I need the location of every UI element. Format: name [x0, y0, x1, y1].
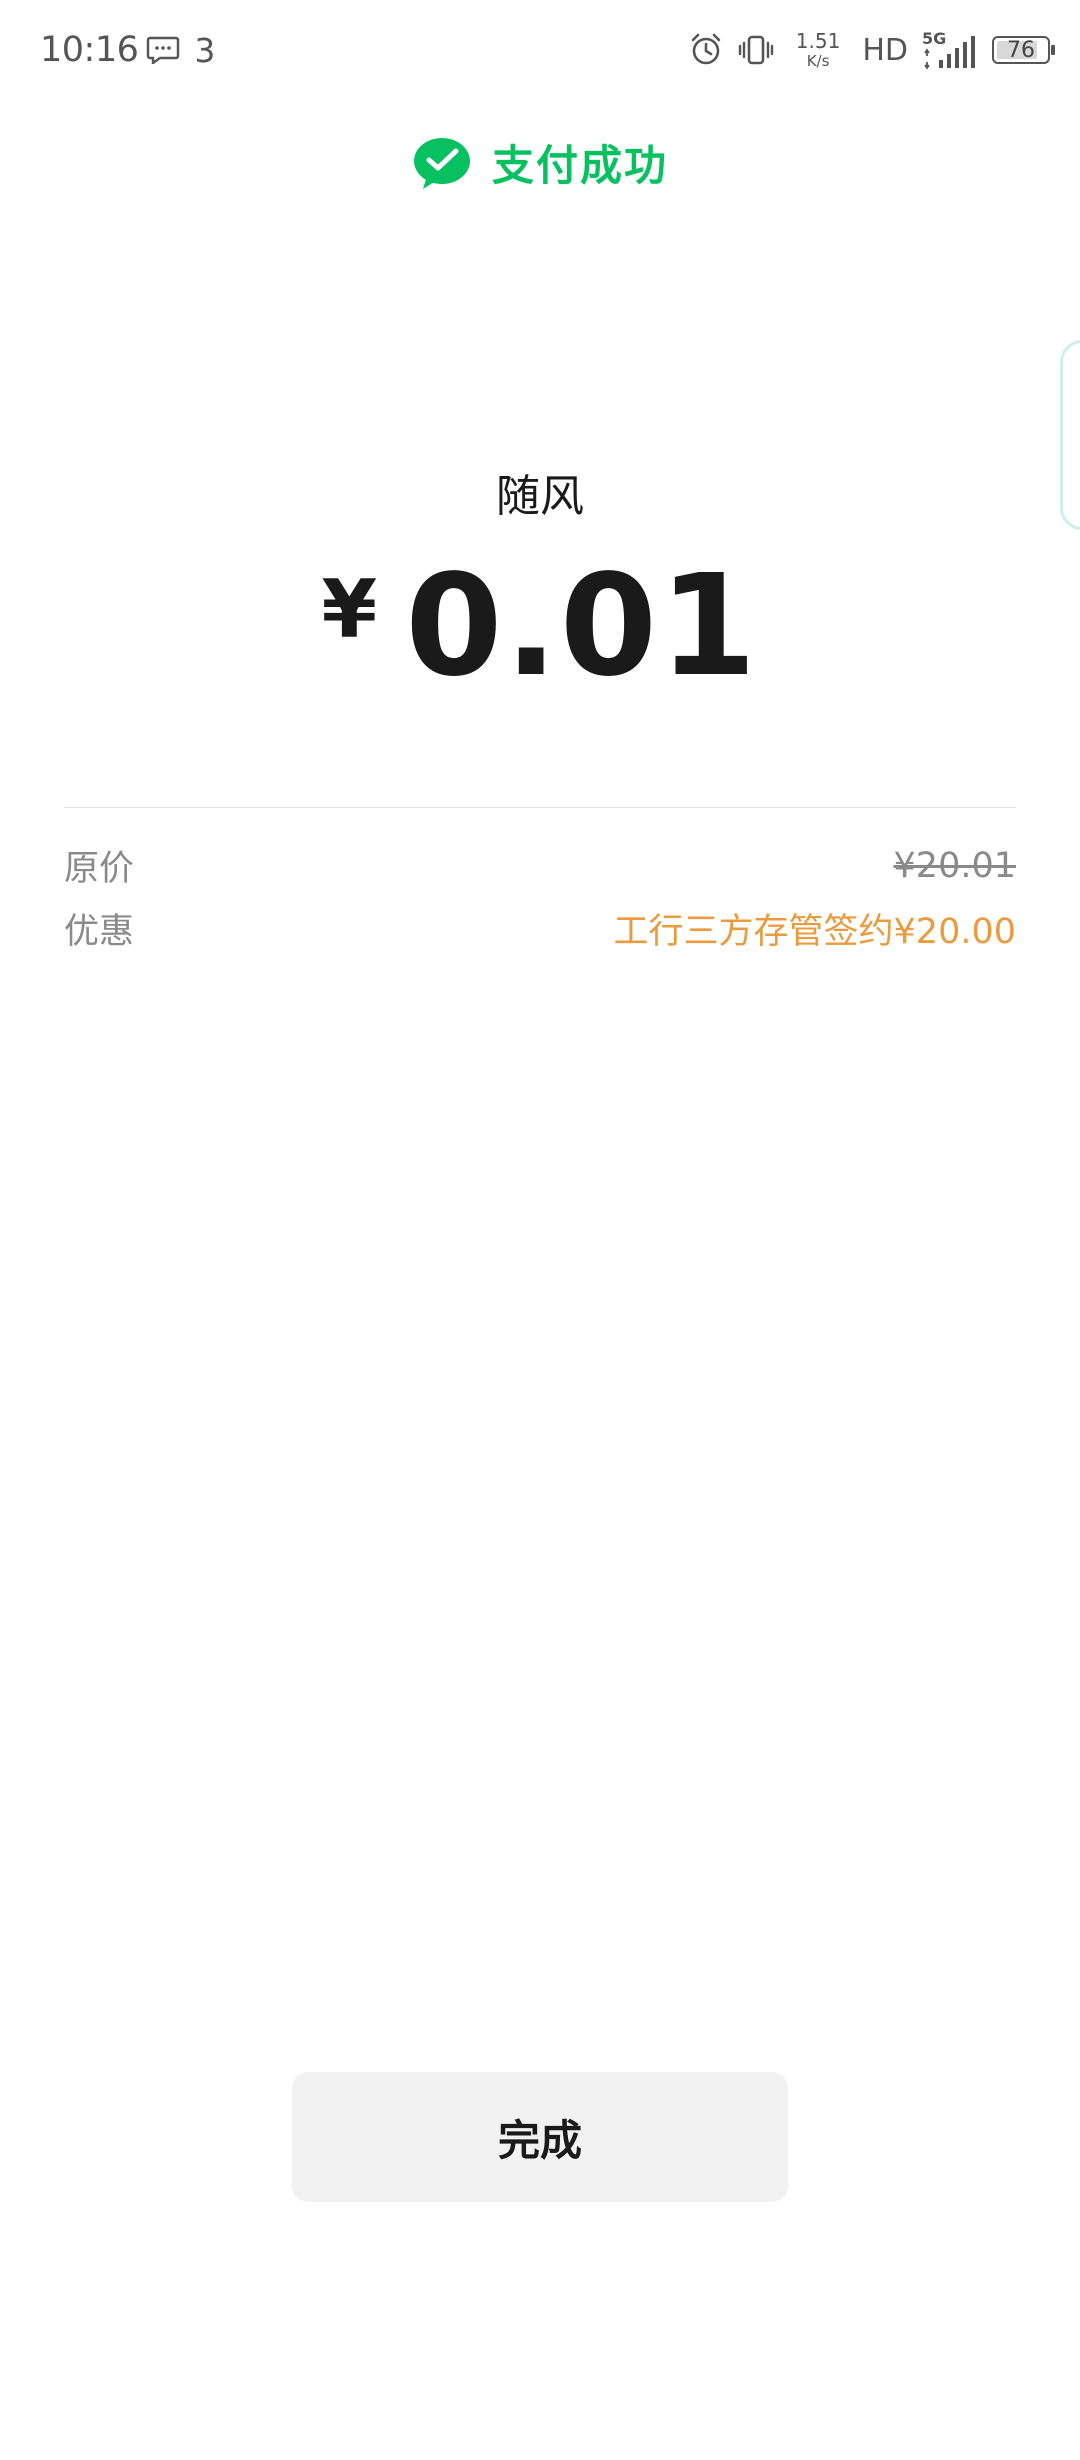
discount-label: 优惠 — [64, 912, 135, 952]
battery-icon: 76 — [992, 36, 1055, 64]
discount-row: 优惠 工行三方存管签约¥20.00 — [64, 903, 1016, 954]
status-bar-left: 10:16 3 — [40, 28, 215, 72]
page-header: 支付成功 — [0, 132, 1080, 193]
status-bar-right: 1.51 K/s HD 5G 76 — [688, 28, 1055, 72]
currency-symbol: ¥ — [321, 563, 378, 656]
payee-name: 随风 — [496, 471, 584, 522]
network-label: 5G — [922, 30, 946, 48]
original-price-value: ¥20.01 — [893, 845, 1016, 886]
wechat-pay-icon — [413, 137, 470, 189]
hd-label: HD — [862, 32, 908, 68]
done-button[interactable]: 完成 — [292, 2072, 788, 2202]
battery-level: 76 — [1007, 37, 1035, 63]
amount-row: ¥ 0.01 — [0, 545, 1080, 708]
net-speed-value: 1.51 — [795, 29, 841, 53]
status-time: 10:16 — [40, 30, 139, 70]
alarm-icon — [691, 33, 721, 65]
net-speed: 1.51 K/s — [796, 31, 841, 69]
net-speed-unit: K/s — [806, 52, 830, 70]
divider — [64, 807, 1016, 808]
original-price-label: 原价 — [64, 849, 135, 889]
original-price-row: 原价 ¥20.01 — [64, 840, 1016, 891]
paid-amount: 0.01 — [405, 545, 759, 708]
discount-value: 工行三方存管签约¥20.00 — [613, 912, 1016, 952]
signal-icon: 5G — [922, 30, 975, 70]
status-bar: 10:16 3 1.51 K/s HD 5G 76 — [0, 0, 1080, 100]
page-title: 支付成功 — [491, 141, 668, 190]
message-icon — [147, 36, 180, 64]
notification-count: 3 — [194, 30, 216, 70]
vibrate-icon — [738, 35, 773, 65]
